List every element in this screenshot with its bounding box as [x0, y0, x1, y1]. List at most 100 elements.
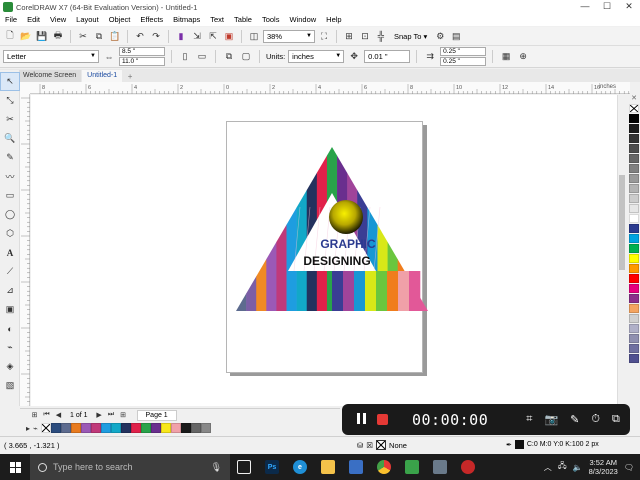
search-content-icon[interactable]: ▮ — [174, 29, 188, 43]
document-palette-swatch[interactable] — [120, 423, 131, 433]
artistic-media-icon[interactable]: 〰 — [0, 167, 20, 186]
eyedropper-tool-icon[interactable]: ⌁ — [0, 338, 20, 357]
minimize-button[interactable]: — — [574, 0, 596, 14]
landscape-icon[interactable]: ▭ — [195, 50, 209, 64]
all-pages-icon[interactable]: ⧉ — [222, 50, 236, 64]
timer-icon[interactable]: ⏱ — [591, 413, 600, 426]
vertical-ruler[interactable] — [20, 94, 30, 416]
start-button[interactable] — [0, 454, 30, 480]
options-icon[interactable]: ⚙ — [433, 29, 447, 43]
app-taskbar-button[interactable] — [426, 454, 454, 480]
document-palette-swatch[interactable] — [150, 423, 161, 433]
explorer-taskbar-button[interactable] — [314, 454, 342, 480]
palette-swatch[interactable] — [629, 144, 639, 153]
task-view-button[interactable] — [230, 454, 258, 480]
undo-icon[interactable]: ↶ — [133, 29, 147, 43]
next-page-icon[interactable]: ▶ — [95, 411, 104, 419]
new-document-icon[interactable]: 🗋 — [3, 29, 17, 43]
maximize-button[interactable]: ☐ — [596, 0, 618, 14]
redo-icon[interactable]: ↷ — [149, 29, 163, 43]
page-border-icon[interactable]: ▦ — [499, 50, 513, 64]
palette-swatch[interactable] — [629, 134, 639, 143]
microphone-icon[interactable]: 🎙 — [211, 462, 222, 473]
add-tab-icon[interactable]: + — [125, 72, 135, 82]
save-icon[interactable]: 💾 — [35, 29, 49, 43]
zoom-level-select[interactable]: 38% ▼ — [263, 29, 315, 43]
palette-swatch[interactable] — [629, 324, 639, 333]
show-guidelines-icon[interactable]: ╬ — [374, 29, 388, 43]
interactive-fill-icon[interactable]: ◈ — [0, 357, 20, 376]
add-page-icon[interactable]: ⊕ — [516, 50, 530, 64]
palette-swatch[interactable] — [629, 304, 639, 313]
document-palette-swatch[interactable] — [180, 423, 191, 433]
fill-indicator[interactable]: ⛁ ☒ None — [357, 440, 407, 450]
menu-file[interactable]: File — [0, 14, 22, 26]
palette-swatch[interactable] — [629, 184, 639, 193]
document-palette-swatch[interactable] — [90, 423, 101, 433]
copy-icon[interactable]: ⧉ — [92, 29, 106, 43]
no-color-swatch[interactable] — [40, 423, 51, 433]
menu-window[interactable]: Window — [284, 14, 321, 26]
palette-swatch[interactable] — [629, 244, 639, 253]
pen-icon[interactable]: ✎ — [570, 413, 579, 426]
document-palette-swatch[interactable] — [80, 423, 91, 433]
document-palette-swatch[interactable] — [110, 423, 121, 433]
first-page-icon[interactable]: ⏮ — [42, 411, 51, 419]
duplicate-x-input[interactable]: 0.25 " — [440, 47, 487, 56]
zoom-tool-icon[interactable]: 🔍 — [0, 129, 20, 148]
show-grid-icon[interactable]: ⊡ — [358, 29, 372, 43]
pause-icon[interactable] — [354, 412, 368, 427]
taskbar-search-box[interactable]: Type here to search 🎙 — [30, 454, 230, 480]
export-icon[interactable]: ⇱ — [206, 29, 220, 43]
menu-edit[interactable]: Edit — [22, 14, 45, 26]
vertical-scrollbar[interactable] — [617, 95, 626, 406]
last-page-icon[interactable]: ⏭ — [107, 411, 116, 419]
crop-tool-icon[interactable]: ✂ — [0, 110, 20, 129]
menu-text[interactable]: Text — [205, 14, 229, 26]
menu-bitmaps[interactable]: Bitmaps — [168, 14, 205, 26]
add-page-after-icon[interactable]: ⊞ — [119, 411, 128, 419]
graphic-designing-logo[interactable]: GRAPHIC DESIGNING — [236, 147, 428, 313]
document-palette-swatch[interactable] — [130, 423, 141, 433]
rectangle-tool-icon[interactable]: ▭ — [0, 186, 20, 205]
palette-swatch[interactable] — [629, 284, 639, 293]
transparency-tool-icon[interactable]: ◐ — [0, 319, 20, 338]
ruler-corner[interactable] — [20, 82, 30, 94]
palette-swatch[interactable] — [629, 194, 639, 203]
document-palette-swatch[interactable] — [60, 423, 71, 433]
notifications-icon[interactable]: 🗨 — [624, 463, 634, 472]
menu-layout[interactable]: Layout — [71, 14, 104, 26]
menu-help[interactable]: Help — [321, 14, 346, 26]
palette-arrow-icon[interactable]: ▸ — [26, 424, 30, 433]
smart-fill-icon[interactable]: ▧ — [0, 376, 20, 395]
palette-swatch[interactable] — [629, 294, 639, 303]
horizontal-ruler[interactable]: 8 6 4 2 0 2 4 6 8 10 12 14 16 inches — [30, 82, 634, 94]
document-palette-swatch[interactable] — [140, 423, 151, 433]
stop-recording-button[interactable] — [377, 414, 388, 425]
camera-icon[interactable]: 📷 — [544, 413, 558, 426]
palette-swatch[interactable] — [629, 354, 639, 363]
menu-tools[interactable]: Tools — [257, 14, 285, 26]
drop-shadow-icon[interactable]: ▣ — [0, 300, 20, 319]
show-rulers-icon[interactable]: ⊞ — [342, 29, 356, 43]
palette-swatch[interactable] — [629, 204, 639, 213]
palette-swatch[interactable] — [629, 214, 639, 223]
palette-close-icon[interactable]: ✕ — [628, 95, 640, 104]
dimension-tool-icon[interactable]: ⊿ — [0, 281, 20, 300]
chrome-taskbar-button[interactable] — [370, 454, 398, 480]
page-width-input[interactable]: 8.5 " — [119, 47, 165, 56]
palette-swatch[interactable] — [629, 274, 639, 283]
no-color-swatch[interactable] — [629, 104, 639, 113]
polygon-tool-icon[interactable]: ⬡ — [0, 224, 20, 243]
clock[interactable]: 3:52 AM 8/3/2023 — [589, 458, 618, 476]
palette-swatch[interactable] — [629, 234, 639, 243]
document-palette-swatch[interactable] — [100, 423, 111, 433]
photoshop-taskbar-button[interactable]: Ps — [258, 454, 286, 480]
scrollbar-thumb[interactable] — [619, 175, 625, 270]
ellipse-tool-icon[interactable]: ◯ — [0, 205, 20, 224]
paste-icon[interactable]: 📋 — [108, 29, 122, 43]
tab-welcome-screen[interactable]: Welcome Screen — [18, 70, 82, 82]
document-palette-swatch[interactable] — [160, 423, 171, 433]
document-palette-swatch[interactable] — [200, 423, 211, 433]
nudge-distance-input[interactable]: 0.01 " — [364, 50, 411, 63]
